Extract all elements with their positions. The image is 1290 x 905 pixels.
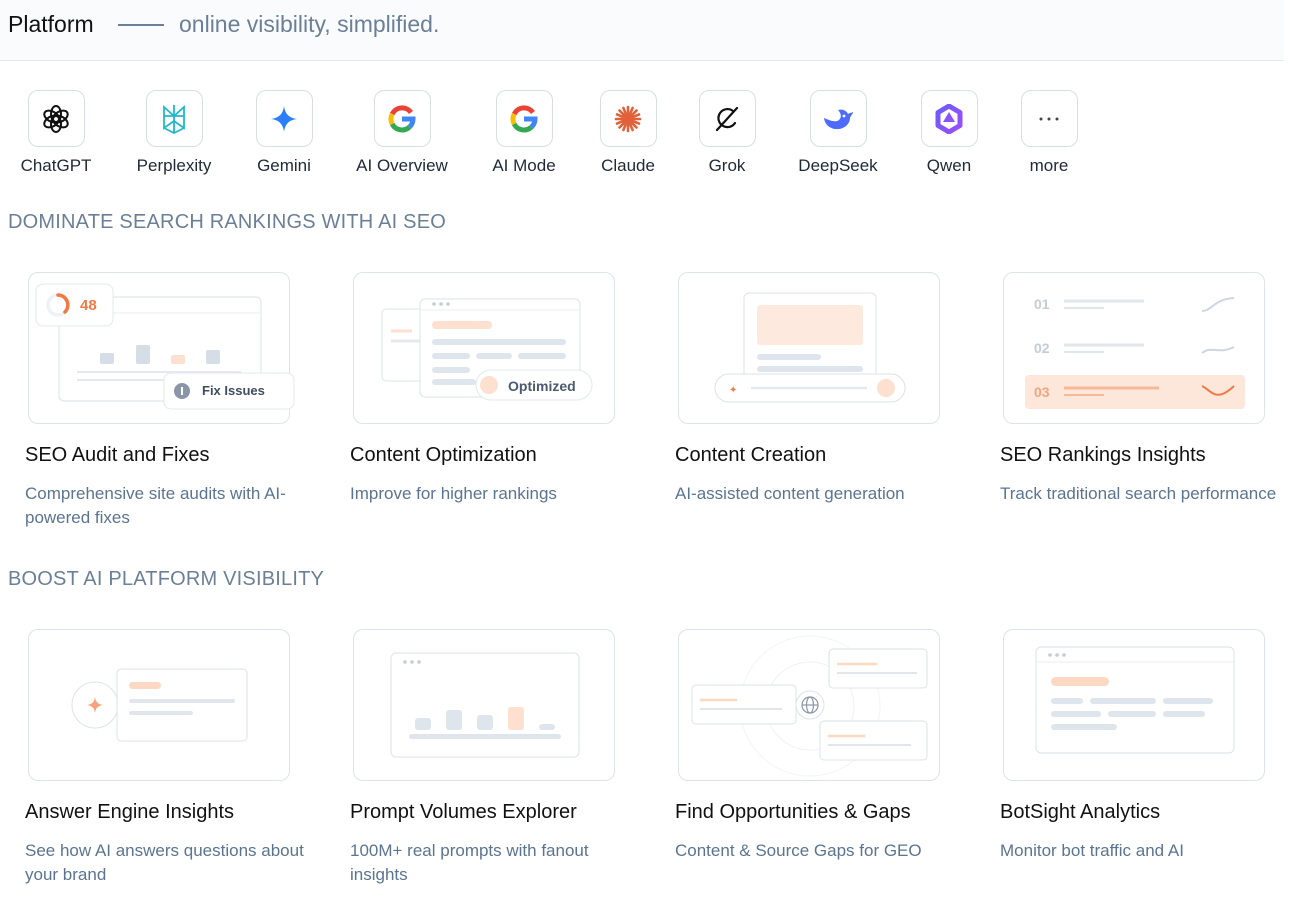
platform-label: Grok	[708, 156, 746, 175]
card-description: Comprehensive site audits with AI-powere…	[25, 484, 286, 527]
rank-label: 01	[1034, 296, 1050, 312]
platform-chatgpt[interactable]: ChatGPT	[0, 90, 116, 176]
platform-deepseek[interactable]: DeepSeek	[778, 90, 898, 176]
more-icon	[1020, 90, 1078, 147]
google-icon	[495, 90, 553, 147]
answer-engine-illustration	[28, 629, 290, 781]
chatgpt-icon	[27, 90, 85, 147]
grok-icon	[698, 90, 756, 147]
rank-label: 02	[1034, 340, 1050, 356]
card-title: SEO Audit and Fixes	[25, 444, 210, 466]
deepseek-icon	[809, 90, 867, 147]
platform-label: Gemini	[257, 156, 311, 175]
content-optimization-illustration: Optimized	[353, 272, 615, 424]
optimized-badge: Optimized	[508, 378, 576, 394]
platform-label: AI Overview	[356, 156, 448, 175]
card-description: See how AI answers questions about your …	[25, 841, 304, 884]
card-description: Content & Source Gaps for GEO	[675, 841, 922, 860]
seo-rankings-illustration: 01 02 03	[1003, 272, 1265, 424]
content-creation-illustration: ✦	[678, 272, 940, 424]
card-title: SEO Rankings Insights	[1000, 444, 1206, 466]
qwen-icon	[920, 90, 978, 147]
platform-label: DeepSeek	[798, 156, 878, 175]
page-title: Platform	[8, 11, 94, 37]
card-description: Monitor bot traffic and AI	[1000, 841, 1184, 860]
card-description: AI-assisted content generation	[675, 484, 905, 503]
page-subtitle: online visibility, simplified.	[179, 11, 440, 37]
fix-issues-label: Fix Issues	[202, 383, 265, 398]
prompt-volumes-illustration	[353, 629, 615, 781]
botsight-illustration	[1003, 629, 1265, 781]
platform-label: Perplexity	[136, 156, 212, 175]
gemini-icon	[255, 90, 313, 147]
platform-more[interactable]: more	[989, 90, 1109, 176]
card-title: Find Opportunities & Gaps	[675, 801, 911, 823]
google-icon	[373, 90, 431, 147]
card-description: Track traditional search performance	[1000, 484, 1277, 503]
seo-score-badge: 48	[80, 297, 97, 314]
platform-label: more	[1029, 156, 1069, 175]
claude-icon	[599, 90, 657, 147]
card-description: 100M+ real prompts with fanout insights	[350, 841, 589, 884]
section-title-ai-visibility: BOOST AI PLATFORM VISIBILITY	[8, 568, 325, 590]
seo-audit-illustration: 48 Fix Issues	[28, 272, 295, 424]
platform-label: AI Mode	[492, 156, 556, 175]
perplexity-icon	[145, 90, 203, 147]
platform-grok[interactable]: Grok	[667, 90, 787, 176]
rank-label: 03	[1034, 384, 1050, 400]
page-header: Platform online visibility, simplified.	[0, 0, 1284, 61]
opportunities-gaps-illustration	[678, 629, 940, 781]
platform-ai-mode[interactable]: AI Mode	[464, 90, 584, 176]
platform-label: ChatGPT	[20, 156, 92, 175]
svg-text:✦: ✦	[729, 385, 737, 396]
card-description: Improve for higher rankings	[350, 484, 557, 503]
card-title: Content Creation	[675, 444, 827, 466]
section-title-ai-seo: DOMINATE SEARCH RANKINGS WITH AI SEO	[8, 211, 446, 233]
header-divider	[118, 24, 164, 26]
card-title: Prompt Volumes Explorer	[350, 801, 577, 823]
platform-ai-overview[interactable]: AI Overview	[342, 90, 462, 176]
card-title: Content Optimization	[350, 444, 537, 466]
card-title: Answer Engine Insights	[25, 801, 235, 823]
card-title: BotSight Analytics	[1000, 801, 1161, 823]
platform-gemini[interactable]: Gemini	[224, 90, 344, 176]
platform-perplexity[interactable]: Perplexity	[114, 90, 234, 176]
